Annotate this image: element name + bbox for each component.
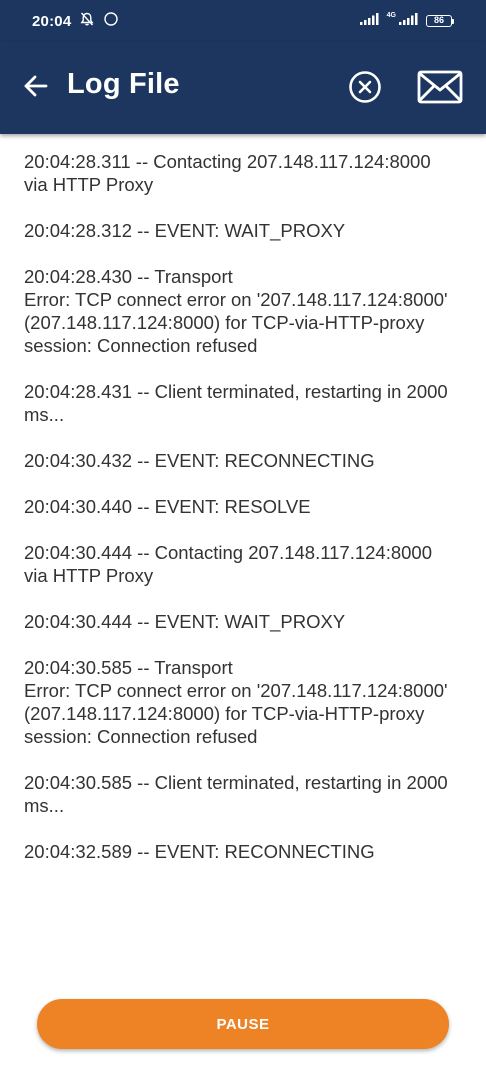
log-entry: 20:04:28.431 -- Client terminated, resta…: [24, 381, 448, 425]
battery-icon: 86: [426, 15, 454, 27]
status-time: 20:04: [32, 12, 72, 30]
pause-button[interactable]: PAUSE: [37, 999, 449, 1049]
battery-level: 86: [426, 15, 452, 27]
alarm-off-icon: [79, 11, 95, 32]
signal-icon: [359, 12, 379, 31]
status-bar: 20:04 4G 86: [0, 0, 486, 42]
log-entry: 20:04:28.430 -- Transport Error: TCP con…: [24, 266, 448, 356]
sync-circle-icon: [103, 11, 119, 32]
arrow-left-icon: [23, 73, 49, 104]
log-entry: 20:04:30.444 -- EVENT: WAIT_PROXY: [24, 611, 346, 632]
log-entry: 20:04:30.585 -- Client terminated, resta…: [24, 772, 448, 816]
log-list[interactable]: 20:04:28.311 -- Contacting 207.148.117.1…: [0, 134, 486, 984]
status-bar-left: 20:04: [32, 11, 119, 32]
page-title: Log File: [67, 68, 180, 100]
app-bar: Log File: [0, 42, 486, 134]
back-button[interactable]: [20, 72, 52, 104]
battery-tip: [452, 18, 454, 24]
close-circle-icon: [348, 70, 382, 109]
log-entry: 20:04:28.312 -- EVENT: WAIT_PROXY: [24, 220, 346, 241]
status-bar-right: 4G 86: [359, 12, 454, 31]
log-entry: 20:04:30.440 -- EVENT: RESOLVE: [24, 496, 311, 517]
clear-log-button[interactable]: [345, 69, 385, 109]
log-entry: 20:04:30.432 -- EVENT: RECONNECTING: [24, 450, 375, 471]
log-entry: 20:04:30.444 -- Contacting 207.148.117.1…: [24, 542, 433, 586]
mail-icon: [417, 70, 463, 109]
log-entry: 20:04:28.311 -- Contacting 207.148.117.1…: [24, 151, 431, 195]
network-type: 4G: [386, 11, 396, 19]
log-entry: 20:04:30.585 -- Transport Error: TCP con…: [24, 657, 448, 747]
email-log-button[interactable]: [414, 68, 466, 110]
log-entry: 20:04:32.589 -- EVENT: RECONNECTING: [24, 841, 375, 862]
signal-icon: [398, 12, 418, 31]
